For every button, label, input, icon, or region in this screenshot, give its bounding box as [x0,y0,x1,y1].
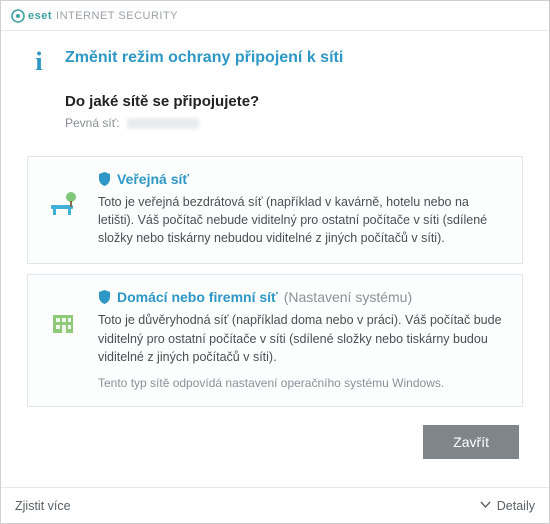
brand: eset INTERNET SECURITY [11,9,178,23]
home-network-icon [44,289,84,337]
chevron-down-icon [480,499,491,513]
dialog-title: Změnit režim ochrany připojení k síti [65,49,343,67]
option-public-network[interactable]: Veřejná síť Toto je veřejná bezdrátová s… [27,156,523,264]
brand-logo: eset [11,9,52,23]
dialog-window: eset INTERNET SECURITY i Změnit režim oc… [0,0,550,524]
network-meta-label: Pevná síť: [65,116,120,130]
option-note: Tento typ sítě odpovídá nastavení operač… [98,376,506,390]
option-description: Toto je veřejná bezdrátová síť (napříkla… [98,193,506,247]
option-body: Domácí nebo firemní síť (Nastavení systé… [98,289,506,389]
shield-icon [98,172,111,186]
header-text: Změnit režim ochrany připojení k síti [65,49,343,67]
titlebar: eset INTERNET SECURITY [1,1,549,31]
details-label: Detaily [497,499,535,513]
dialog-body: i Změnit režim ochrany připojení k síti … [1,31,549,487]
footer: Zjistit více Detaily [1,487,549,523]
option-title: Domácí nebo firemní síť [117,289,278,305]
option-description: Toto je důvěryhodná síť (například doma … [98,311,506,365]
option-title: Veřejná síť [117,171,189,187]
option-body: Veřejná síť Toto je veřejná bezdrátová s… [98,171,506,247]
header: i Změnit režim ochrany připojení k síti [27,49,523,75]
option-title-row: Veřejná síť [98,171,506,187]
shield-icon [98,290,111,304]
options-list: Veřejná síť Toto je veřejná bezdrátová s… [27,156,523,407]
eset-logo-icon [11,9,25,23]
question-block: Do jaké sítě se připojujete? Pevná síť: [65,93,523,130]
option-title-row: Domácí nebo firemní síť (Nastavení systé… [98,289,506,305]
details-toggle[interactable]: Detaily [480,499,535,513]
network-meta: Pevná síť: [65,116,523,130]
option-title-suffix: (Nastavení systému) [284,289,412,305]
button-row: Zavřít [27,425,523,459]
question-text: Do jaké sítě se připojujete? [65,93,523,110]
close-button[interactable]: Zavřít [423,425,519,459]
network-name-redacted [127,118,199,129]
public-network-icon [44,171,84,217]
learn-more-label: Zjistit více [15,499,71,513]
info-icon: i [27,49,51,75]
learn-more-link[interactable]: Zjistit více [15,499,71,513]
brand-product: INTERNET SECURITY [56,10,178,22]
option-home-network[interactable]: Domácí nebo firemní síť (Nastavení systé… [27,274,523,406]
brand-name: eset [28,10,52,22]
